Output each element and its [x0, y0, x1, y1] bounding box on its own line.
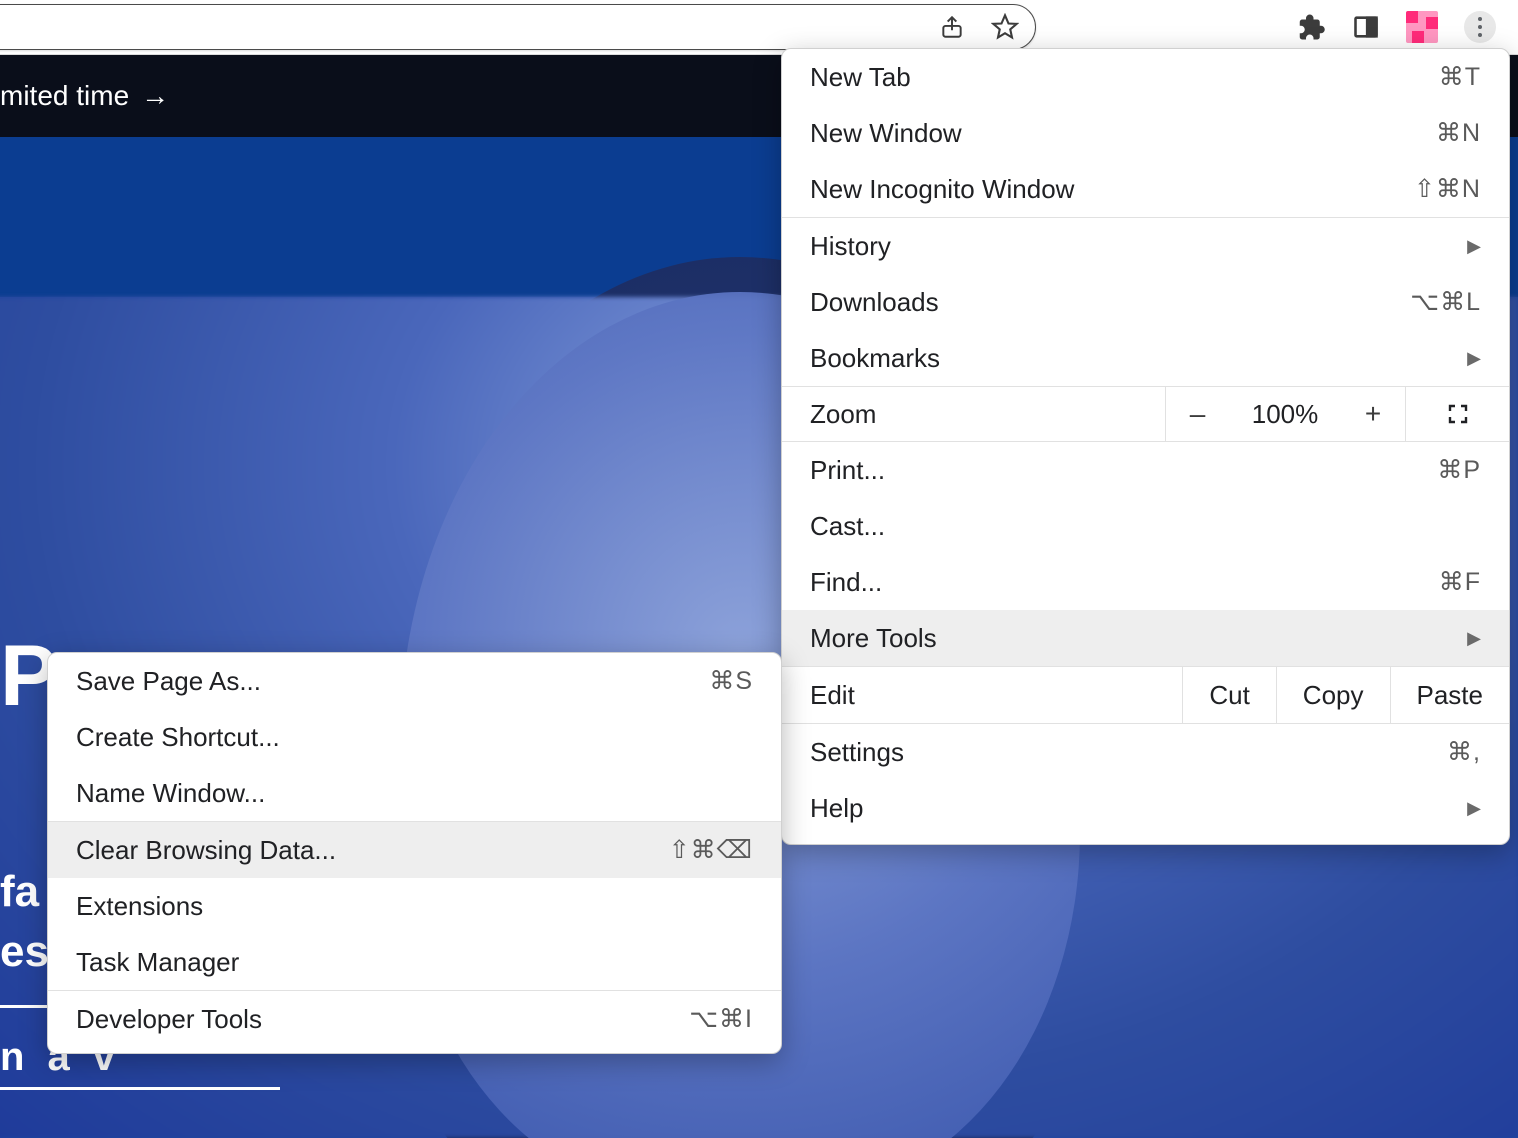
menu-edit-row: Edit Cut Copy Paste	[782, 666, 1509, 724]
menu-item-downloads[interactable]: Downloads ⌥⌘L	[782, 274, 1509, 330]
menu-label: New Tab	[810, 62, 1439, 93]
menu-label: Settings	[810, 737, 1447, 768]
menu-label: Clear Browsing Data...	[76, 835, 669, 866]
submenu-arrow-icon: ▶	[1467, 628, 1481, 649]
hero-line-1: fa	[0, 867, 39, 917]
menu-label: New Window	[810, 118, 1436, 149]
fullscreen-icon	[1446, 402, 1470, 426]
menu-label: Task Manager	[76, 947, 753, 978]
menu-zoom-row: Zoom – 100% +	[782, 386, 1509, 442]
menu-label: More Tools	[810, 623, 1467, 654]
kebab-menu-button[interactable]	[1464, 11, 1496, 43]
menu-label: Help	[810, 793, 1467, 824]
menu-label: Name Window...	[76, 778, 753, 809]
menu-item-new-tab[interactable]: New Tab ⌘T	[782, 49, 1509, 105]
omnibox-actions	[939, 5, 1019, 49]
menu-label-zoom: Zoom	[782, 387, 1165, 441]
menu-shortcut: ⌘P	[1437, 455, 1481, 485]
edit-paste-button[interactable]: Paste	[1390, 667, 1510, 723]
menu-shortcut: ⌥⌘I	[689, 1004, 753, 1034]
fullscreen-button[interactable]	[1405, 387, 1509, 441]
menu-item-find[interactable]: Find... ⌘F	[782, 554, 1509, 610]
menu-shortcut: ⌘S	[709, 666, 753, 696]
submenu-arrow-icon: ▶	[1467, 236, 1481, 257]
menu-shortcut: ⇧⌘N	[1414, 174, 1481, 204]
menu-item-bookmarks[interactable]: Bookmarks ▶	[782, 330, 1509, 386]
menu-item-new-incognito[interactable]: New Incognito Window ⇧⌘N	[782, 161, 1509, 217]
menu-shortcut: ⌘F	[1439, 567, 1481, 597]
promo-banner-text: mited time	[0, 80, 129, 112]
sidepanel-icon[interactable]	[1352, 13, 1380, 41]
menu-label: Downloads	[810, 287, 1410, 318]
zoom-out-button[interactable]: –	[1165, 387, 1229, 441]
zoom-level: 100%	[1229, 387, 1341, 441]
more-tools-submenu: Save Page As... ⌘S Create Shortcut... Na…	[47, 652, 782, 1054]
profile-avatar[interactable]	[1406, 11, 1438, 43]
menu-label: Cast...	[810, 511, 1481, 542]
omnibox[interactable]	[0, 4, 1036, 50]
browser-toolbar	[0, 0, 1518, 55]
zoom-in-button[interactable]: +	[1341, 387, 1405, 441]
extensions-icon[interactable]	[1296, 12, 1326, 42]
menu-shortcut: ⌘N	[1436, 118, 1481, 148]
menu-label: Save Page As...	[76, 666, 709, 697]
menu-item-help[interactable]: Help ▶	[782, 780, 1509, 836]
submenu-item-save-page[interactable]: Save Page As... ⌘S	[48, 653, 781, 709]
share-icon[interactable]	[939, 14, 965, 40]
menu-item-print[interactable]: Print... ⌘P	[782, 442, 1509, 498]
edit-cut-button[interactable]: Cut	[1182, 667, 1275, 723]
menu-label: Print...	[810, 455, 1437, 486]
star-icon[interactable]	[991, 13, 1019, 41]
submenu-item-name-window[interactable]: Name Window...	[48, 765, 781, 821]
menu-label-edit: Edit	[782, 667, 1182, 723]
edit-copy-button[interactable]: Copy	[1276, 667, 1390, 723]
menu-label: Find...	[810, 567, 1439, 598]
menu-item-settings[interactable]: Settings ⌘,	[782, 724, 1509, 780]
submenu-item-create-shortcut[interactable]: Create Shortcut...	[48, 709, 781, 765]
menu-item-cast[interactable]: Cast...	[782, 498, 1509, 554]
menu-label: Create Shortcut...	[76, 722, 753, 753]
submenu-item-clear-browsing-data[interactable]: Clear Browsing Data... ⇧⌘⌫	[48, 822, 781, 878]
menu-shortcut: ⌘T	[1439, 62, 1481, 92]
menu-shortcut: ⇧⌘⌫	[669, 835, 753, 865]
menu-item-history[interactable]: History ▶	[782, 218, 1509, 274]
menu-shortcut: ⌘,	[1447, 737, 1481, 767]
menu-label: Bookmarks	[810, 343, 1467, 374]
menu-shortcut: ⌥⌘L	[1410, 287, 1481, 317]
menu-label: Developer Tools	[76, 1004, 689, 1035]
submenu-arrow-icon: ▶	[1467, 348, 1481, 369]
menu-label: New Incognito Window	[810, 174, 1414, 205]
submenu-item-task-manager[interactable]: Task Manager	[48, 934, 781, 990]
chrome-main-menu: New Tab ⌘T New Window ⌘N New Incognito W…	[781, 48, 1510, 845]
toolbar-right	[1296, 0, 1496, 54]
hero-underline-2	[0, 1087, 280, 1090]
submenu-arrow-icon: ▶	[1467, 798, 1481, 819]
hero-line-2: es	[0, 927, 49, 977]
submenu-item-extensions[interactable]: Extensions	[48, 878, 781, 934]
menu-label: Extensions	[76, 891, 753, 922]
arrow-right-icon: →	[141, 80, 167, 112]
submenu-item-developer-tools[interactable]: Developer Tools ⌥⌘I	[48, 991, 781, 1047]
menu-label: History	[810, 231, 1467, 262]
menu-item-new-window[interactable]: New Window ⌘N	[782, 105, 1509, 161]
menu-item-more-tools[interactable]: More Tools ▶	[782, 610, 1509, 666]
